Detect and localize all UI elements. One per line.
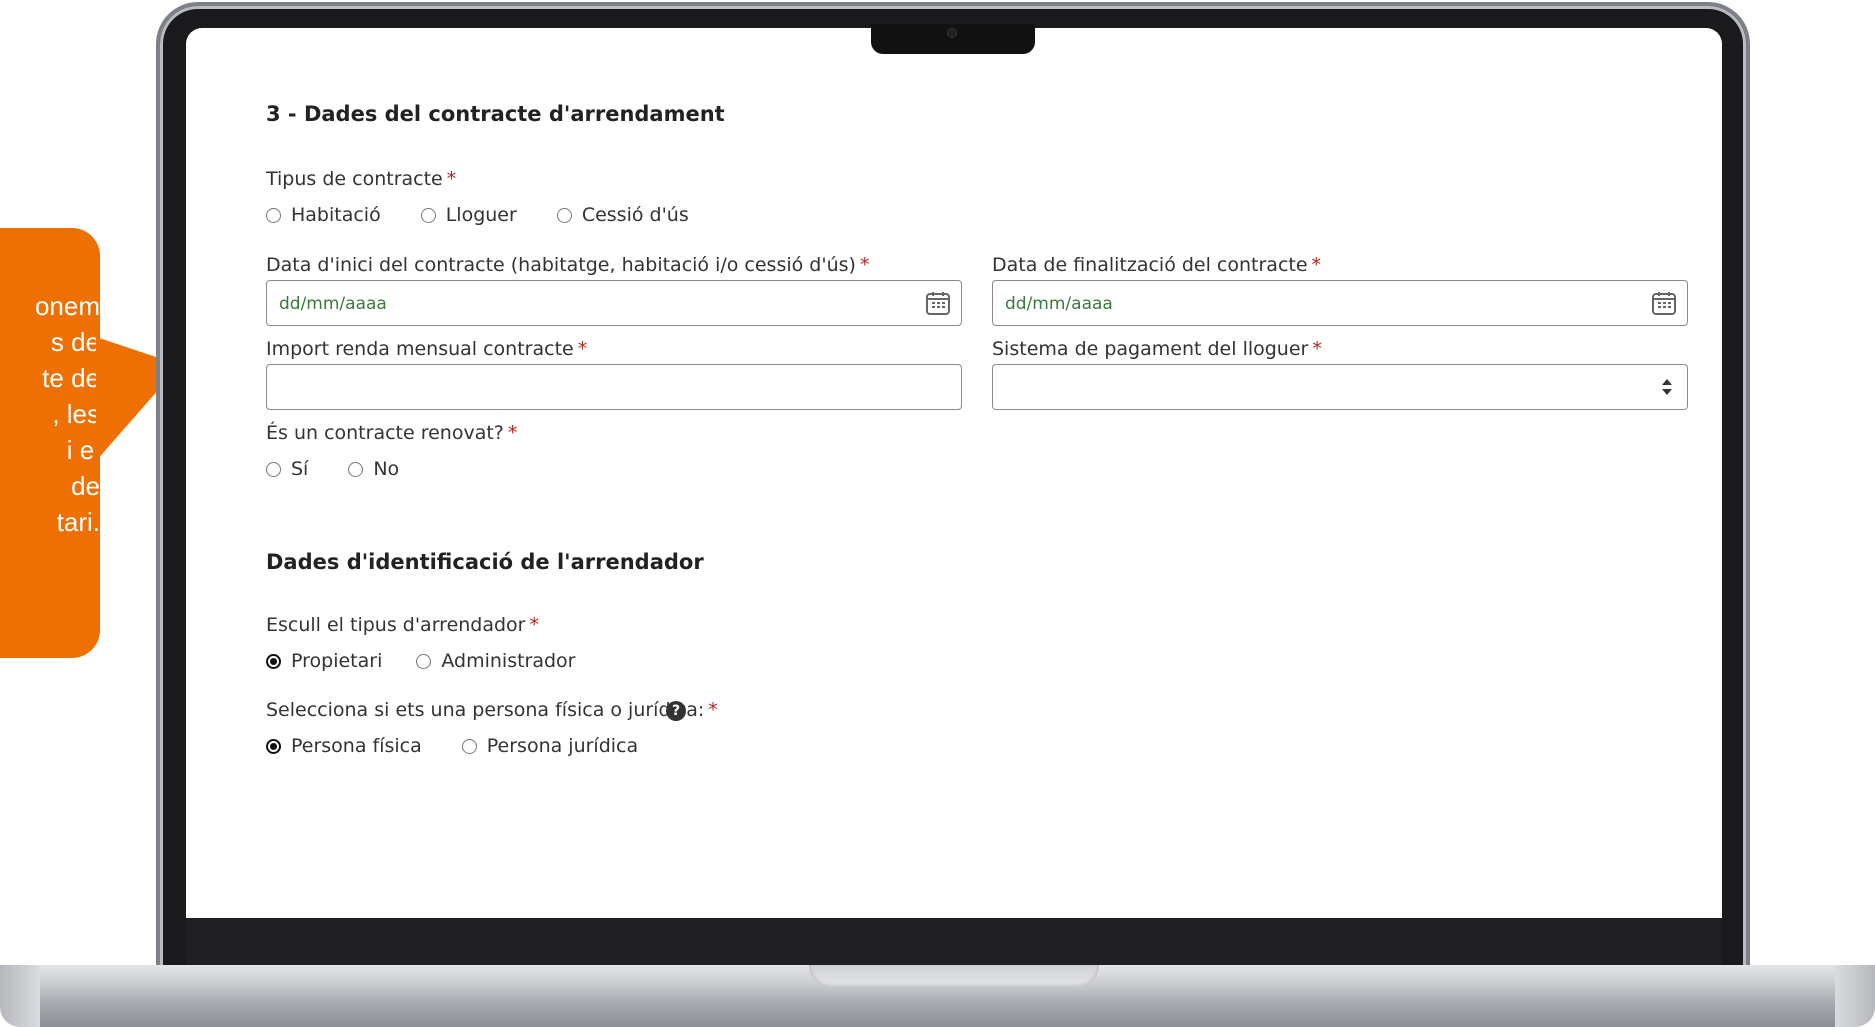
callout-line: de — [71, 471, 100, 501]
radio-label: Persona física — [291, 735, 422, 757]
radio-cessio[interactable]: Cessió d'ús — [556, 204, 689, 226]
person-type-label: Selecciona si ets una persona física o j… — [266, 699, 718, 721]
callout-line: s de — [50, 327, 100, 357]
screen-bezel-bottom — [186, 918, 1722, 968]
landlord-type-radio-group: Propietari Administrador — [266, 650, 616, 672]
renewed-radio-group: Sí No — [266, 458, 439, 480]
radio-button[interactable] — [348, 461, 364, 477]
end-date-label-text: Data de finalització del contracte — [992, 254, 1308, 276]
required-marker: * — [577, 338, 588, 360]
person-type-label-text: Selecciona si ets una persona física o j… — [266, 699, 705, 721]
landlord-section-title: Dades d'identificació de l'arrendador — [266, 550, 704, 574]
callout-line: te de — [42, 363, 100, 393]
callout-line: tari. — [56, 507, 100, 537]
required-marker: * — [1312, 338, 1322, 360]
radio-label: Cessió d'ús — [581, 204, 689, 226]
renewed-label: És un contracte renovat? * — [266, 422, 517, 444]
payment-system-label: Sistema de pagament del lloguer * — [992, 338, 1322, 360]
radio-habitacio[interactable]: Habitació — [266, 204, 381, 226]
callout-bubble: onem s de te de , les i el de tari. — [0, 228, 100, 658]
radio-label: Propietari — [291, 650, 383, 672]
start-date-label: Data d'inici del contracte (habitatge, h… — [266, 254, 869, 276]
radio-si[interactable]: Sí — [266, 458, 308, 480]
radio-label: Sí — [291, 458, 309, 480]
laptop-hinge-notch — [809, 965, 1099, 987]
radio-no[interactable]: No — [348, 458, 399, 480]
radio-label: Habitació — [291, 204, 381, 226]
radio-button[interactable] — [266, 207, 281, 223]
radio-button[interactable] — [461, 738, 477, 754]
laptop-screen: 3 - Dades del contracte d'arrendament Ti… — [186, 28, 1722, 918]
radio-label: Lloguer — [445, 204, 517, 226]
monthly-rent-label: Import renda mensual contracte * — [266, 338, 587, 360]
required-marker: * — [446, 168, 457, 190]
person-type-radio-group: Persona física Persona jurídica — [266, 735, 678, 757]
renewed-label-text: És un contracte renovat? — [266, 422, 504, 444]
radio-persona-juridica[interactable]: Persona jurídica — [461, 735, 639, 757]
contract-type-label: Tipus de contracte * — [266, 168, 456, 190]
calendar-icon[interactable] — [1651, 290, 1677, 316]
radio-label: Persona jurídica — [486, 735, 639, 757]
payment-system-select[interactable] — [992, 364, 1688, 410]
contract-form: 3 - Dades del contracte d'arrendament Ti… — [186, 28, 1722, 918]
radio-button[interactable] — [416, 653, 432, 669]
radio-lloguer[interactable]: Lloguer — [420, 204, 517, 226]
radio-persona-fisica[interactable]: Persona física — [266, 735, 422, 757]
landlord-type-label: Escull el tipus d'arrendador * — [266, 614, 539, 636]
callout-line: i el — [66, 435, 100, 465]
calendar-icon[interactable] — [925, 290, 951, 316]
end-date-placeholder: dd/mm/aaaa — [1005, 294, 1113, 314]
required-marker: * — [529, 614, 540, 636]
required-marker: * — [708, 699, 718, 721]
required-marker: * — [1311, 254, 1322, 276]
camera-icon — [948, 29, 956, 37]
radio-button[interactable] — [420, 207, 436, 223]
laptop-base-right — [1835, 965, 1875, 1027]
radio-button-checked[interactable] — [266, 653, 281, 669]
start-date-placeholder: dd/mm/aaaa — [279, 294, 387, 314]
required-marker: * — [507, 422, 518, 444]
radio-label: No — [373, 458, 400, 480]
radio-button[interactable] — [556, 207, 572, 223]
end-date-label: Data de finalització del contracte * — [992, 254, 1321, 276]
start-date-label-text: Data d'inici del contracte (habitatge, h… — [266, 254, 856, 276]
radio-button-checked[interactable] — [266, 738, 281, 754]
required-marker: * — [859, 254, 870, 276]
contract-type-radio-group: Habitació Lloguer Cessió d'ús — [266, 204, 729, 226]
section-title: 3 - Dades del contracte d'arrendament — [266, 102, 725, 126]
end-date-input[interactable]: dd/mm/aaaa — [992, 280, 1688, 326]
help-icon[interactable]: ? — [666, 701, 686, 721]
laptop-base-left — [0, 965, 40, 1027]
contract-type-label-text: Tipus de contracte — [266, 168, 443, 190]
radio-button[interactable] — [266, 461, 281, 477]
select-arrows-icon — [1662, 379, 1672, 395]
payment-system-label-text: Sistema de pagament del lloguer — [992, 338, 1309, 360]
radio-administrador[interactable]: Administrador — [416, 650, 576, 672]
callout-line: onem — [34, 291, 100, 321]
start-date-input[interactable]: dd/mm/aaaa — [266, 280, 962, 326]
radio-label: Administrador — [441, 650, 576, 672]
landlord-type-label-text: Escull el tipus d'arrendador — [266, 614, 526, 636]
callout-line: , les — [52, 399, 100, 429]
monthly-rent-input[interactable] — [266, 364, 962, 410]
monthly-rent-label-text: Import renda mensual contracte — [266, 338, 574, 360]
radio-propietari[interactable]: Propietari — [266, 650, 382, 672]
